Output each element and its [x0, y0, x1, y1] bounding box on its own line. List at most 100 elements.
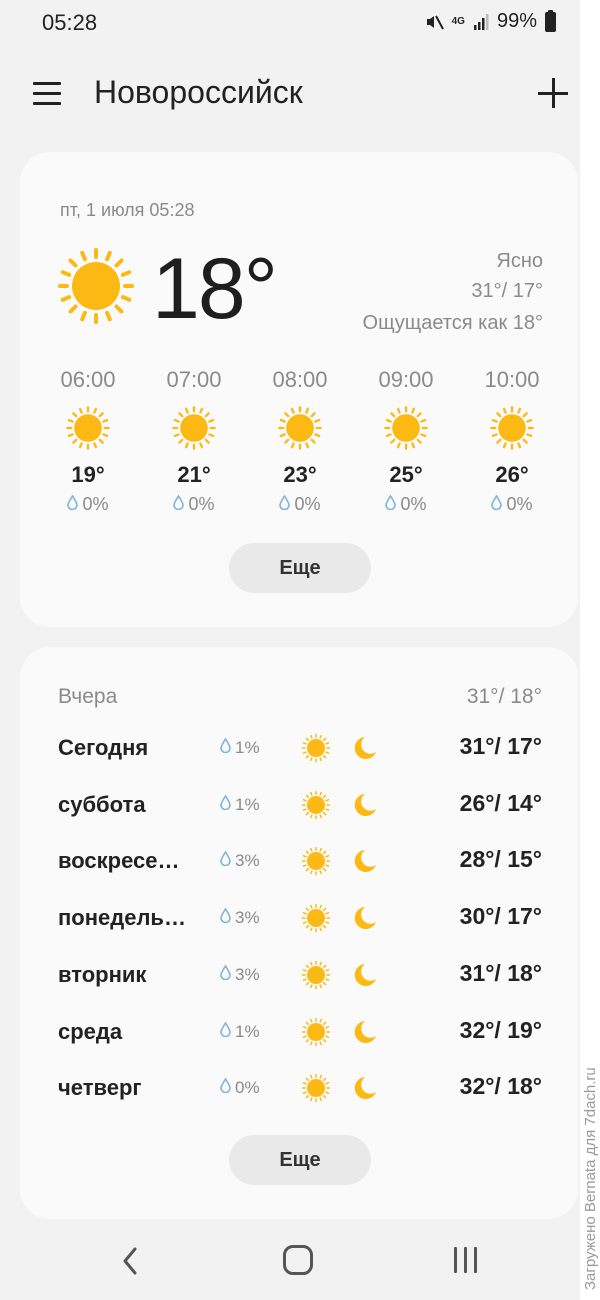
watermark: Загружено Bernata для 7dach.ru [582, 1067, 599, 1290]
precip-value: 0% [235, 1078, 260, 1098]
back-icon[interactable] [117, 1246, 145, 1276]
daily-more-button[interactable]: Еще [229, 1135, 371, 1185]
precip-value: 3% [235, 908, 260, 928]
daily-row[interactable]: Сегодня 1% 31°/ 17° [20, 729, 578, 769]
yesterday-label: Вчера [58, 685, 118, 708]
hour-precipitation: 0% [356, 494, 456, 515]
network-4g-icon: 4G [452, 16, 465, 27]
moon-icon [350, 1018, 378, 1046]
drop-icon [67, 494, 79, 515]
precip-value: 0% [400, 494, 427, 514]
drop-icon [173, 494, 185, 515]
home-icon[interactable] [283, 1245, 313, 1275]
drop-icon [220, 1020, 231, 1042]
hourly-more-button[interactable]: Еще [229, 543, 371, 593]
precip-value: 3% [235, 964, 260, 984]
precip-value: 0% [506, 494, 533, 514]
drop-icon [385, 494, 397, 515]
feels-like: Ощущается как 18° [362, 312, 543, 334]
precip-value: 0% [294, 494, 321, 514]
current-date: пт, 1 июля 05:28 [60, 200, 195, 220]
daily-row[interactable]: среда 1% 32°/ 19° [20, 1013, 578, 1053]
sun-icon [301, 790, 331, 819]
hour-time: 09:00 [378, 367, 434, 392]
moon-icon [350, 734, 378, 762]
hourly-item: 07:00 21° 0% [144, 367, 244, 515]
precip-value: 0% [82, 494, 109, 514]
day-temps: 30°/ 17° [459, 903, 542, 930]
hour-time: 07:00 [166, 367, 222, 392]
day-name: вторник [58, 961, 147, 987]
hourly-item: 06:00 19° 0% [38, 367, 138, 515]
precip-value: 1% [235, 738, 260, 757]
drop-icon [220, 964, 231, 985]
sun-icon [66, 406, 110, 450]
moon-icon [350, 961, 378, 989]
day-precipitation: 3% [220, 907, 260, 928]
moon-icon [350, 1074, 378, 1102]
hour-precipitation: 0% [250, 494, 350, 515]
moon-icon [350, 904, 378, 932]
current-weather-card[interactable]: пт, 1 июля 05:28 18° Ясно 31°/ 17° Ощуща… [20, 152, 578, 627]
weather-app: 05:28 4G 99% Новороссийск пт, 1 июля 05:… [0, 0, 600, 1300]
sun-icon [301, 903, 331, 933]
mute-icon [424, 12, 444, 32]
precip-value: 1% [235, 794, 260, 814]
drop-icon [220, 1077, 231, 1098]
day-temps: 32°/ 18° [459, 1073, 542, 1100]
hour-temperature: 23° [283, 462, 317, 487]
hour-temperature: 25° [389, 462, 423, 487]
status-icons: 4G 99% [424, 9, 556, 33]
hour-precipitation: 0% [38, 494, 138, 515]
add-icon[interactable] [538, 78, 568, 108]
daily-row[interactable]: понедель… 3% 30°/ 17° [20, 899, 578, 939]
sun-icon [301, 960, 331, 990]
day-temps: 26°/ 14° [459, 789, 542, 816]
hour-temperature: 19° [71, 462, 105, 487]
daily-row[interactable]: суббота 1% 26°/ 14° [20, 786, 578, 826]
sun-icon [301, 1017, 331, 1046]
daily-row[interactable]: воскресе… 3% 28°/ 15° [20, 842, 578, 882]
drop-icon [220, 794, 231, 815]
drop-icon [491, 494, 503, 515]
hour-precipitation: 0% [462, 494, 562, 515]
hour-temperature: 21° [177, 462, 211, 487]
current-high-low: 31°/ 17° [471, 280, 543, 302]
drop-icon [279, 494, 291, 515]
menu-icon[interactable] [33, 80, 61, 106]
day-precipitation: 3% [220, 850, 260, 871]
moon-icon [350, 847, 378, 875]
hour-temperature: 26° [495, 462, 529, 487]
city-title: Новороссийск [94, 74, 303, 110]
recent-apps-icon[interactable] [452, 1247, 480, 1275]
status-time: 05:28 [42, 10, 98, 35]
signal-icon [473, 13, 489, 31]
sun-icon [278, 406, 322, 450]
daily-forecast-card[interactable]: Вчера 31°/ 18° Сегодня 1% 31°/ 17° суббота 1… [20, 647, 578, 1219]
day-temps: 32°/ 19° [459, 1016, 542, 1043]
phone-screen: 05:28 4G 99% Новороссийск пт, 1 июля 05:… [0, 0, 580, 1300]
hour-time: 10:00 [484, 367, 540, 392]
daily-row[interactable]: четверг 0% 32°/ 18° [20, 1069, 578, 1109]
hour-time: 08:00 [272, 367, 328, 392]
day-name: понедель… [58, 905, 186, 931]
precip-value: 3% [235, 851, 260, 871]
day-precipitation: 0% [220, 1077, 260, 1098]
drop-icon [220, 737, 231, 758]
day-precipitation: 1% [220, 794, 260, 815]
sun-icon [172, 406, 216, 450]
battery-percent: 99% [496, 10, 537, 32]
sun-icon [58, 248, 134, 324]
day-temps: 31°/ 18° [459, 959, 542, 986]
drop-icon [220, 907, 231, 928]
day-name: среда [58, 1018, 123, 1044]
sun-icon [301, 847, 331, 876]
hour-time: 06:00 [60, 367, 116, 392]
current-condition: Ясно [496, 250, 543, 272]
current-temperature: 18° [152, 241, 278, 337]
sun-icon [301, 1073, 331, 1103]
day-precipitation: 3% [220, 964, 260, 985]
sun-icon [384, 406, 428, 450]
day-name: воскресе… [58, 848, 180, 874]
daily-row[interactable]: вторник 3% 31°/ 18° [20, 956, 578, 996]
